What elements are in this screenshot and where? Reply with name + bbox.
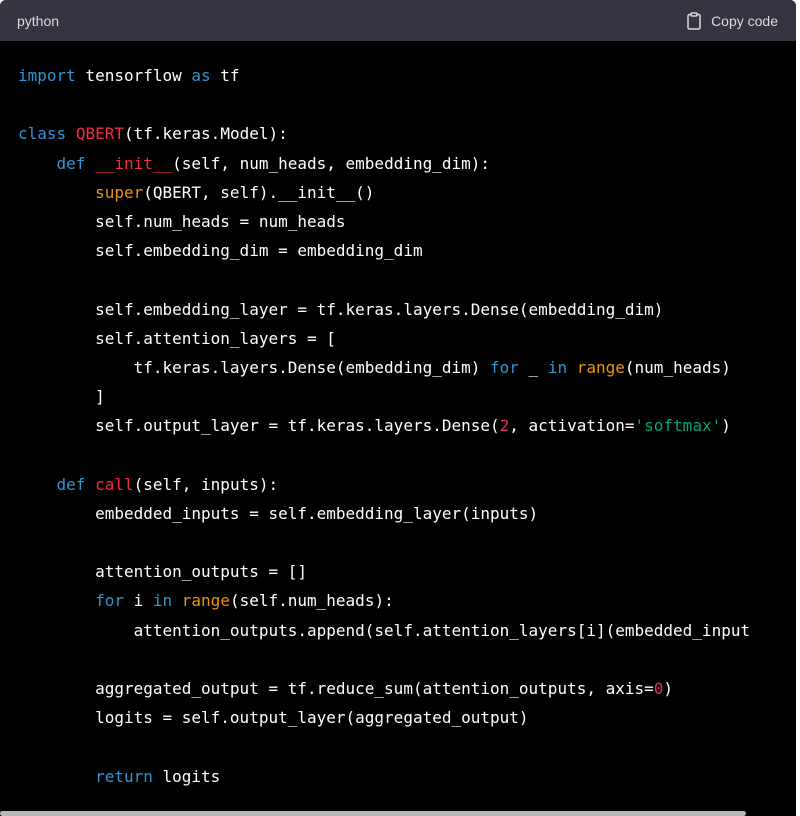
code-token: in: [152, 591, 173, 611]
code-token: ): [721, 416, 731, 436]
code-token: import: [18, 66, 76, 85]
code-line: self.num_heads = num_heads: [18, 207, 750, 236]
code-token: def: [56, 474, 86, 494]
code-token: for: [490, 357, 519, 377]
code-block-header: python Copy code: [0, 0, 796, 41]
code-line: self.embedding_layer = tf.keras.layers.D…: [18, 295, 750, 324]
code-token: class: [18, 124, 67, 144]
code-token: as: [191, 66, 211, 85]
code-token: return: [95, 766, 153, 786]
code-line: for i in range(self.num_heads):: [18, 586, 750, 615]
code-line: def call(self, inputs):: [18, 470, 750, 499]
code-token: self.num_heads = num_heads: [18, 211, 346, 231]
code-line: attention_outputs = []: [18, 557, 750, 586]
code-token: call: [95, 474, 134, 494]
code-token: tf.keras.layers.Dense(embedding_dim): [18, 357, 491, 377]
code-token: 2: [499, 416, 510, 436]
code-token: i: [123, 591, 153, 611]
code-token: self.embedding_dim = embedding_dim: [18, 241, 423, 261]
code-token: attention_outputs.append(self.attention_…: [18, 620, 751, 640]
code-line: ]: [18, 382, 750, 411]
code-line: return logits: [18, 762, 750, 791]
code-line: tf.keras.layers.Dense(embedding_dim) for…: [18, 353, 750, 382]
code-line: def __init__(self, num_heads, embedding_…: [18, 149, 750, 178]
code-token: (self, num_heads, embedding_dim):: [172, 153, 491, 173]
code-token: logits: [152, 766, 221, 786]
copy-code-label: Copy code: [711, 12, 778, 29]
code-token: , activation=: [509, 416, 635, 436]
code-token: aggregated_output = tf.reduce_sum(attent…: [18, 678, 654, 698]
code-token: tensorflow: [75, 66, 192, 85]
code-token: ): [663, 678, 674, 698]
code-token: (self.num_heads):: [229, 591, 394, 611]
code-token: QBERT: [75, 124, 124, 144]
copy-code-button[interactable]: Copy code: [686, 11, 778, 30]
code-token: (self, inputs):: [133, 474, 279, 494]
code-line: super(QBERT, self).__init__(): [18, 178, 750, 207]
code-token: in: [547, 357, 568, 377]
code-token: self.embedding_layer = tf.keras.layers.D…: [18, 299, 664, 319]
clipboard-icon: [686, 11, 702, 30]
code-token: def: [56, 153, 86, 173]
code-token: (num_heads): [624, 357, 731, 377]
horizontal-scrollbar[interactable]: [0, 811, 746, 816]
code-line: attention_outputs.append(self.attention_…: [18, 616, 751, 645]
code-line: import tensorflow as tf: [18, 61, 750, 90]
code-token: 0: [653, 678, 664, 698]
code-token: 'softmax': [634, 416, 722, 436]
code-token: self.attention_layers = [: [18, 328, 336, 348]
code-line: self.embedding_dim = embedding_dim: [18, 236, 750, 265]
code-token: tf: [210, 66, 240, 85]
code-content: import tensorflow as tf class QBERT(tf.ke…: [18, 61, 750, 791]
code-token: ]: [18, 387, 105, 407]
code-token: embedded_inputs = self.embedding_layer(i…: [18, 503, 539, 523]
code-block: python Copy code import tensorflow as tf…: [0, 0, 796, 816]
code-token: _: [518, 357, 548, 377]
code-line: self.attention_layers = [: [18, 324, 750, 353]
language-label: python: [17, 12, 60, 29]
code-token: for: [95, 591, 124, 611]
code-token: (tf.keras.Model):: [123, 124, 288, 144]
code-token: logits = self.output_layer(aggregated_ou…: [18, 708, 529, 728]
code-token: (QBERT, self).__init__(): [143, 182, 375, 202]
code-token: super: [95, 182, 144, 202]
code-line: embedded_inputs = self.embedding_layer(i…: [18, 499, 750, 528]
code-token: range: [576, 357, 625, 377]
code-line: self.output_layer = tf.keras.layers.Dens…: [18, 411, 750, 440]
code-token: self.output_layer = tf.keras.layers.Dens…: [18, 416, 500, 436]
code-line: class QBERT(tf.keras.Model):: [18, 119, 750, 148]
code-token: range: [181, 591, 230, 611]
code-line: logits = self.output_layer(aggregated_ou…: [18, 703, 750, 732]
code-token: __init__: [95, 153, 173, 173]
code-token: attention_outputs = []: [18, 562, 307, 582]
code-line: aggregated_output = tf.reduce_sum(attent…: [18, 674, 750, 703]
